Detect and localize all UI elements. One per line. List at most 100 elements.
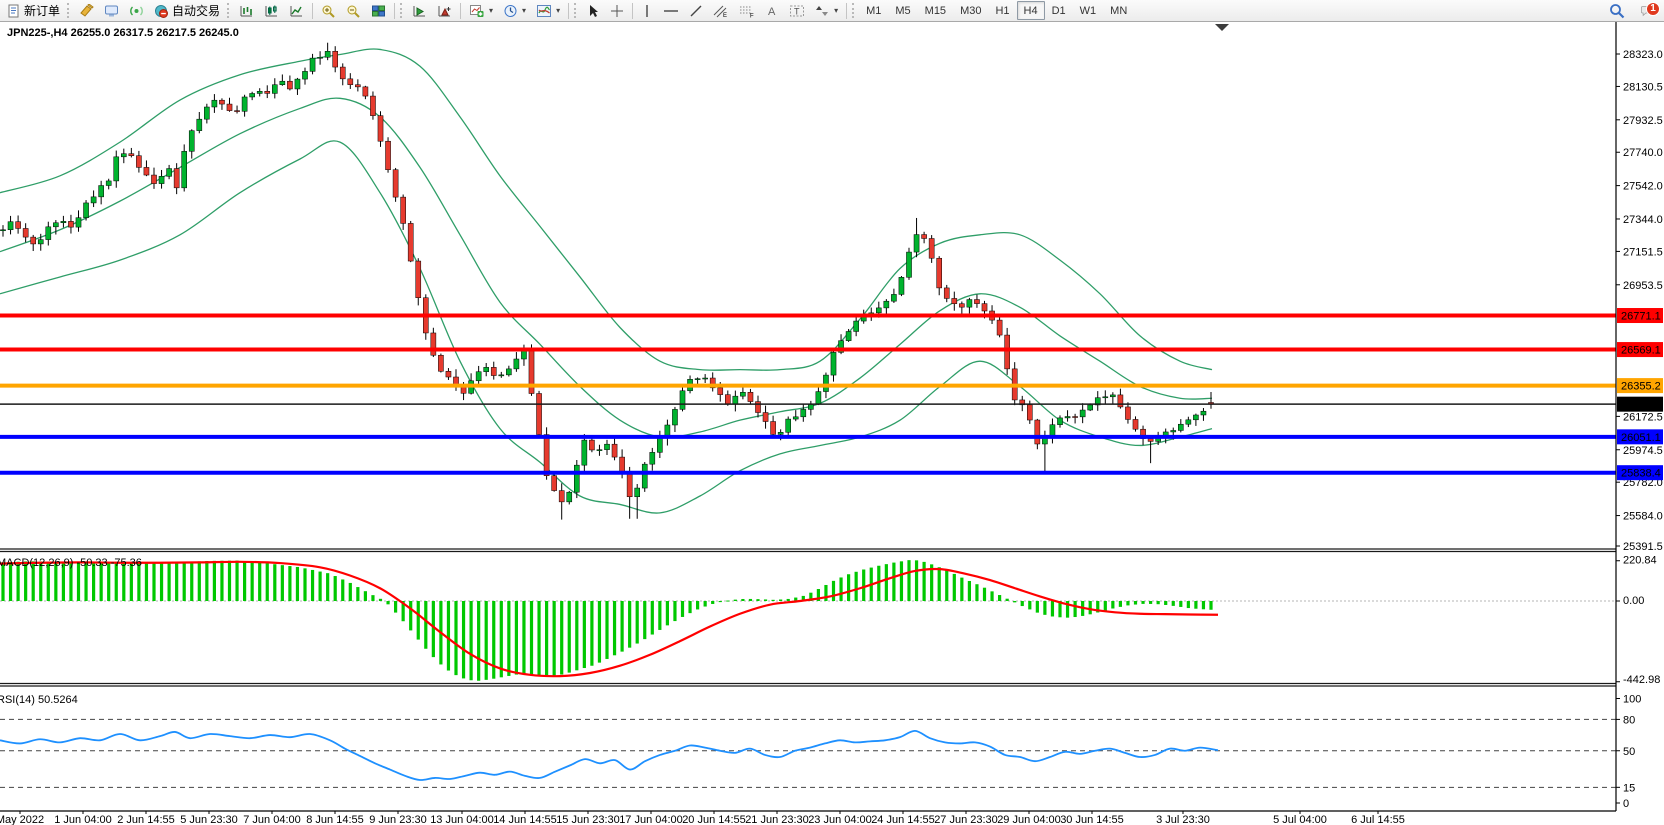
chart-shift-icon <box>437 4 452 18</box>
price-tick-label: 26172.5 <box>1623 411 1663 423</box>
search-button[interactable] <box>1604 1 1630 21</box>
trendline-icon <box>689 4 703 18</box>
time-tick-label: 6 Jul 14:55 <box>1351 814 1405 825</box>
svg-text:T: T <box>794 6 800 16</box>
macd-tick-label: 220.84 <box>1623 555 1657 567</box>
rsi-tick-label: 80 <box>1623 714 1635 726</box>
computer-icon <box>104 4 119 18</box>
timeframe-d1-button[interactable]: D1 <box>1045 1 1073 20</box>
svg-text:26771.1: 26771.1 <box>1621 311 1661 323</box>
label-tool-button[interactable]: T <box>784 1 810 21</box>
price-badge-26569.1: 26569.1 <box>1617 342 1663 357</box>
cursor-tool-button[interactable] <box>581 1 605 21</box>
period-button[interactable]: ▾ <box>498 1 531 21</box>
autotrading-label: 自动交易 <box>172 2 220 19</box>
svg-text:F: F <box>750 13 754 18</box>
tile-windows-icon <box>371 4 386 18</box>
rsi-tick-label: 100 <box>1623 694 1641 706</box>
auto-scroll-button[interactable] <box>407 1 432 21</box>
channel-tool-button[interactable]: E <box>708 1 734 21</box>
clock-icon <box>503 4 518 18</box>
time-tick-label: 20 Jun 14:55 <box>682 814 746 825</box>
zoom-out-button[interactable] <box>341 1 366 21</box>
fibonacci-icon: F <box>739 4 755 18</box>
price-tick-label: 27740.0 <box>1623 147 1663 159</box>
timeframe-m15-button[interactable]: M15 <box>918 1 953 20</box>
chart-area: 28323.028130.527932.527740.027542.027344… <box>0 22 1664 825</box>
trendline-tool-button[interactable] <box>684 1 708 21</box>
price-tick-label: 27151.5 <box>1623 246 1663 258</box>
zoom-in-button[interactable] <box>316 1 341 21</box>
svg-text:A: A <box>768 6 776 18</box>
template-button[interactable]: ▾ <box>531 1 565 21</box>
toolbar-separator <box>312 3 313 19</box>
macd-tick-label: -442.98 <box>1623 674 1660 686</box>
rsi-tick-label: 15 <box>1623 782 1635 794</box>
market-watch-button[interactable] <box>74 1 99 21</box>
toolbar-grip <box>67 3 72 18</box>
time-tick-label: 21 Jun 23:30 <box>745 814 809 825</box>
toolbar-separator <box>846 3 847 19</box>
horizontal-line-icon <box>663 4 679 18</box>
price-badge-26051.1: 26051.1 <box>1617 429 1663 444</box>
timeframe-mn-button[interactable]: MN <box>1103 1 1134 20</box>
candlestick-mode-button[interactable] <box>259 1 284 21</box>
add-indicator-icon <box>469 4 485 18</box>
tile-windows-button[interactable] <box>366 1 391 21</box>
rsi-label: RSI(14) 50.5264 <box>0 694 78 706</box>
rsi-tick-label: 0 <box>1623 798 1629 810</box>
svg-text:26355.2: 26355.2 <box>1621 381 1661 393</box>
price-chart[interactable]: 28323.028130.527932.527740.027542.027344… <box>0 22 1664 825</box>
terminal-window: 新订单 <box>0 0 1664 825</box>
timeframe-h1-button[interactable]: H1 <box>988 1 1016 20</box>
price-tick-label: 28130.5 <box>1623 81 1663 93</box>
price-tick-label: 25391.5 <box>1623 541 1663 553</box>
chart-shift-button[interactable] <box>432 1 457 21</box>
time-tick-label: 8 Jun 14:55 <box>306 814 364 825</box>
terminal-button[interactable] <box>99 1 124 21</box>
horizontal-line-tool-button[interactable] <box>658 1 684 21</box>
new-order-icon <box>7 4 21 18</box>
new-order-button[interactable]: 新订单 <box>2 1 65 21</box>
macd-tick-label: 0.00 <box>1623 595 1644 607</box>
cursor-icon <box>586 4 600 18</box>
timeframe-m5-button[interactable]: M5 <box>888 1 917 20</box>
toolbar-grip <box>400 3 405 18</box>
time-tick-label: 2 Jun 14:55 <box>117 814 175 825</box>
timeframe-m1-button[interactable]: M1 <box>859 1 888 20</box>
text-label-icon: T <box>789 4 805 18</box>
time-tick-label: 24 Jun 14:55 <box>871 814 935 825</box>
toolbar-grip <box>574 3 579 18</box>
crosshair-tool-button[interactable] <box>605 1 629 21</box>
line-chart-mode-button[interactable] <box>284 1 309 21</box>
text-tool-button[interactable]: A <box>760 1 784 21</box>
time-tick-label: 17 Jun 04:00 <box>619 814 683 825</box>
add-indicator-button[interactable]: ▾ <box>464 1 498 21</box>
toolbar-separator <box>632 3 633 19</box>
toolbar-right-group: 1 <box>1604 1 1662 21</box>
time-tick-label: 15 Jun 23:30 <box>556 814 620 825</box>
time-tick-label: 14 Jun 14:55 <box>493 814 557 825</box>
strategy-tester-button[interactable] <box>124 1 149 21</box>
fibonacci-tool-button[interactable]: F <box>734 1 760 21</box>
price-tick-label: 27932.5 <box>1623 115 1663 127</box>
bar-chart-mode-button[interactable] <box>234 1 259 21</box>
new-order-label: 新订单 <box>24 2 60 19</box>
rsi-tick-label: 50 <box>1623 746 1635 758</box>
notifications-button[interactable]: 1 <box>1636 1 1658 21</box>
time-tick-label: 30 Jun 14:55 <box>1060 814 1124 825</box>
time-tick-label: 13 Jun 04:00 <box>430 814 494 825</box>
timeframe-w1-button[interactable]: W1 <box>1073 1 1104 20</box>
timeframe-m30-button[interactable]: M30 <box>953 1 988 20</box>
text-icon: A <box>765 4 779 18</box>
autotrading-button[interactable]: 自动交易 <box>149 1 225 21</box>
price-tick-label: 28323.0 <box>1623 49 1663 61</box>
vertical-line-tool-button[interactable] <box>636 1 658 21</box>
time-axis[interactable]: May 20221 Jun 04:002 Jun 14:555 Jun 23:3… <box>0 811 1616 825</box>
timeframe-h4-button[interactable]: H4 <box>1017 1 1045 20</box>
bar-chart-icon <box>239 4 254 18</box>
time-tick-label: 27 Jun 23:30 <box>934 814 998 825</box>
auto-scroll-icon <box>412 4 427 18</box>
arrows-tool-button[interactable]: ▾ <box>810 1 843 21</box>
search-icon <box>1609 3 1625 19</box>
